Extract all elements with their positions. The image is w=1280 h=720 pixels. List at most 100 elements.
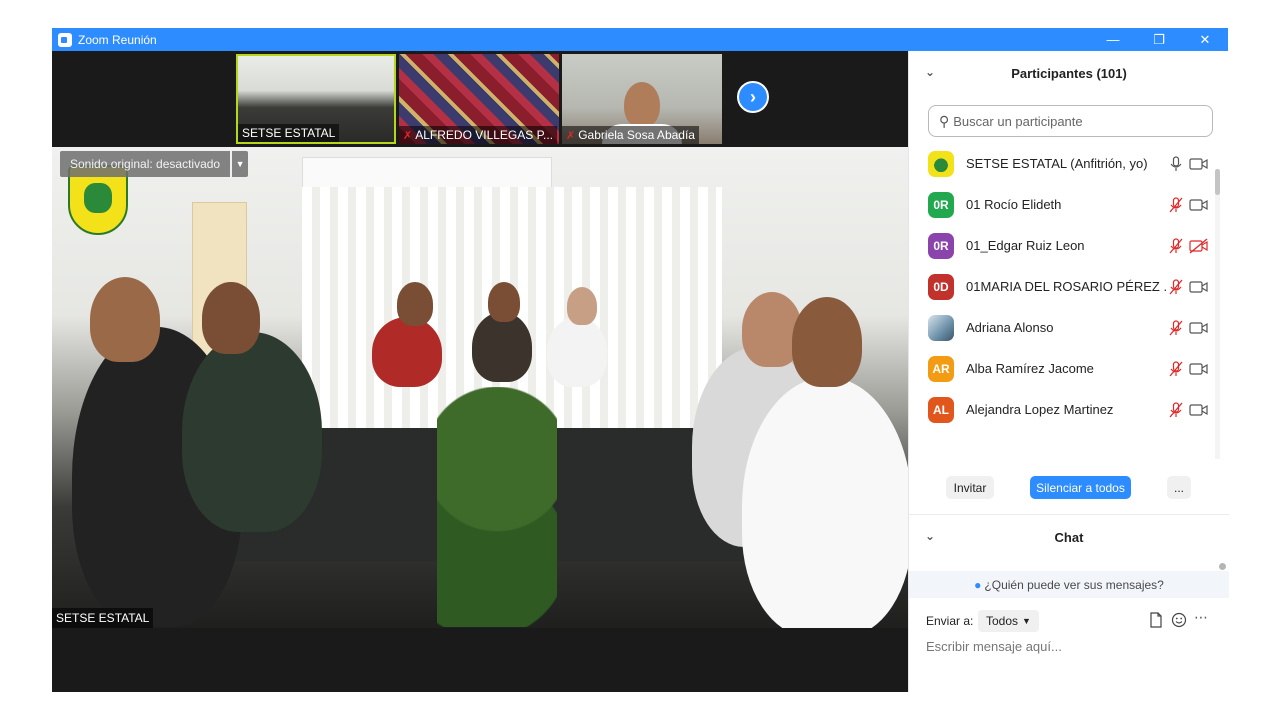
avatar: 0R [928,232,954,259]
thumbnail-name: ✗ ALFREDO VILLEGAS P... [399,126,558,144]
chevron-down-icon: ▼ [1022,616,1031,626]
video-thumbnail[interactable]: SETSE ESTATAL [236,54,396,144]
participant-search-input[interactable]: ⚲ Buscar un participante [928,105,1213,137]
video-participant [742,377,908,628]
thumbnail-name: SETSE ESTATAL [238,124,340,142]
avatar-initials: 0D [933,279,949,294]
emoji-icon[interactable] [1171,612,1187,628]
participant-name: Adriana Alonso [966,320,1054,335]
who-sees-label: ¿Quién puede ver sus mensajes? [984,577,1164,592]
mute-all-button[interactable]: Silenciar a todos [1030,476,1131,499]
video-participant [202,282,260,354]
camera-icon[interactable] [1188,360,1210,378]
avatar: 0R [928,191,954,218]
participant-face [624,82,660,128]
avatar-initials: 0R [933,197,949,212]
video-participant [90,277,160,362]
search-icon: ⚲ [939,112,950,129]
participants-header: ⌄ Participantes (101) [909,51,1229,95]
recipient-select[interactable]: Todos ▼ [978,610,1039,632]
mic-muted-icon: ✗ [566,130,576,142]
chat-message-input[interactable]: Escribir mensaje aquí... [926,639,1216,659]
participant-name: 01MARIA DEL ROSARIO PÉREZ ... [966,279,1166,294]
chevron-right-icon: › [750,86,756,107]
avatar-initials: AR [932,361,950,376]
scrollbar-thumb[interactable] [1215,169,1220,195]
avatar: AL [928,396,954,423]
who-can-see-messages[interactable]: ● ¿Quién puede ver sus mensajes? [909,571,1229,598]
participant-name: Alba Ramírez Jacome [966,361,1094,376]
chevron-down-icon[interactable]: ▼ [232,151,249,177]
participants-scrollbar[interactable] [1215,169,1220,459]
thumbnail-name: ✗ Gabriela Sosa Abadía [562,126,699,144]
person-info-icon: ● [974,577,982,592]
participants-title: Participantes (101) [1011,65,1127,81]
video-participant [397,282,433,326]
camera-icon[interactable] [1188,196,1210,214]
video-participant [472,312,532,382]
mic-muted-icon[interactable] [1167,360,1185,378]
video-participant [182,332,322,532]
next-page-button[interactable]: › [737,81,769,113]
chat-header: ⌄ Chat [909,515,1229,559]
more-options-button[interactable]: ... [1167,476,1191,499]
mic-muted-icon: ✗ [403,130,413,142]
camera-off-icon[interactable] [1188,237,1210,255]
participant-row[interactable]: AR Alba Ramírez Jacome [909,348,1219,389]
camera-icon[interactable] [1188,401,1210,419]
participant-row[interactable]: 0R 01 Rocío Elideth [909,184,1219,225]
invite-button[interactable]: Invitar [946,476,994,499]
chevron-down-icon[interactable]: ⌄ [925,529,935,543]
avatar: 0D [928,273,954,300]
participant-name: Alejandra Lopez Martinez [966,402,1114,417]
avatar-initials: 0R [933,238,949,253]
video-participant [567,287,597,325]
participant-row[interactable]: AL Alejandra Lopez Martinez [909,389,1219,430]
close-button[interactable]: ✕ [1182,28,1228,51]
window-controls: — ❐ ✕ [1090,28,1228,51]
mic-muted-icon[interactable] [1167,196,1185,214]
restore-button[interactable]: ❐ [1136,28,1182,51]
original-sound-label[interactable]: Sonido original: desactivado [60,151,231,177]
side-panel: ⌄ Participantes (101) ⚲ Buscar un partic… [908,51,1229,692]
video-participant [792,297,862,387]
mic-muted-icon[interactable] [1167,278,1185,296]
mic-muted-icon[interactable] [1167,401,1185,419]
more-icon[interactable]: ⋯ [1194,609,1208,626]
recipient-value: Todos [986,614,1019,628]
active-speaker-name: SETSE ESTATAL [52,608,154,628]
video-participant [372,317,442,387]
main-video[interactable]: Sonido original: desactivado ▼ SETSE EST… [52,147,908,628]
chevron-down-icon[interactable]: ⌄ [925,65,935,79]
participant-row[interactable]: 0D 01MARIA DEL ROSARIO PÉREZ ... [909,266,1219,307]
zoom-window: Zoom Reunión — ❐ ✕ SETSE ESTATAL ✗ ALFRED… [52,28,1229,692]
original-sound-toggle[interactable]: Sonido original: desactivado ▼ [60,151,249,177]
participant-row[interactable]: Adriana Alonso [909,307,1219,348]
participant-name: SETSE ESTATAL (Anfitrión, yo) [966,156,1148,171]
zoom-app-icon [58,32,72,47]
chat-title: Chat [1054,529,1084,545]
thumbnail-strip: SETSE ESTATAL ✗ ALFREDO VILLEGAS P... ✗ Ga… [52,51,908,147]
title-bar: Zoom Reunión — ❐ ✕ [52,28,1228,51]
participant-row[interactable]: SETSE ESTATAL (Anfitrión, yo) [909,143,1219,184]
video-participant [488,282,520,322]
mic-icon[interactable] [1167,155,1185,173]
participant-name: 01 Rocío Elideth [966,197,1062,212]
avatar [928,150,954,177]
chat-scrollbar[interactable] [1219,563,1226,570]
camera-icon[interactable] [1188,278,1210,296]
avatar: AR [928,355,954,382]
video-area: SETSE ESTATAL ✗ ALFREDO VILLEGAS P... ✗ Ga… [52,51,908,692]
camera-icon[interactable] [1188,319,1210,337]
send-to-row: Enviar a: Todos ▼ ⋯ [909,607,1229,635]
video-scene-element [437,387,557,627]
file-icon[interactable] [1149,612,1163,628]
mic-muted-icon[interactable] [1167,237,1185,255]
mic-muted-icon[interactable] [1167,319,1185,337]
video-thumbnail[interactable]: ✗ Gabriela Sosa Abadía [562,54,722,144]
video-thumbnail[interactable]: ✗ ALFREDO VILLEGAS P... [399,54,559,144]
minimize-button[interactable]: — [1090,28,1136,51]
participant-row[interactable]: 0R 01_Edgar Ruiz Leon [909,225,1219,266]
camera-icon[interactable] [1188,155,1210,173]
participants-list: SETSE ESTATAL (Anfitrión, yo) 0R 01 Rocío … [909,143,1219,433]
